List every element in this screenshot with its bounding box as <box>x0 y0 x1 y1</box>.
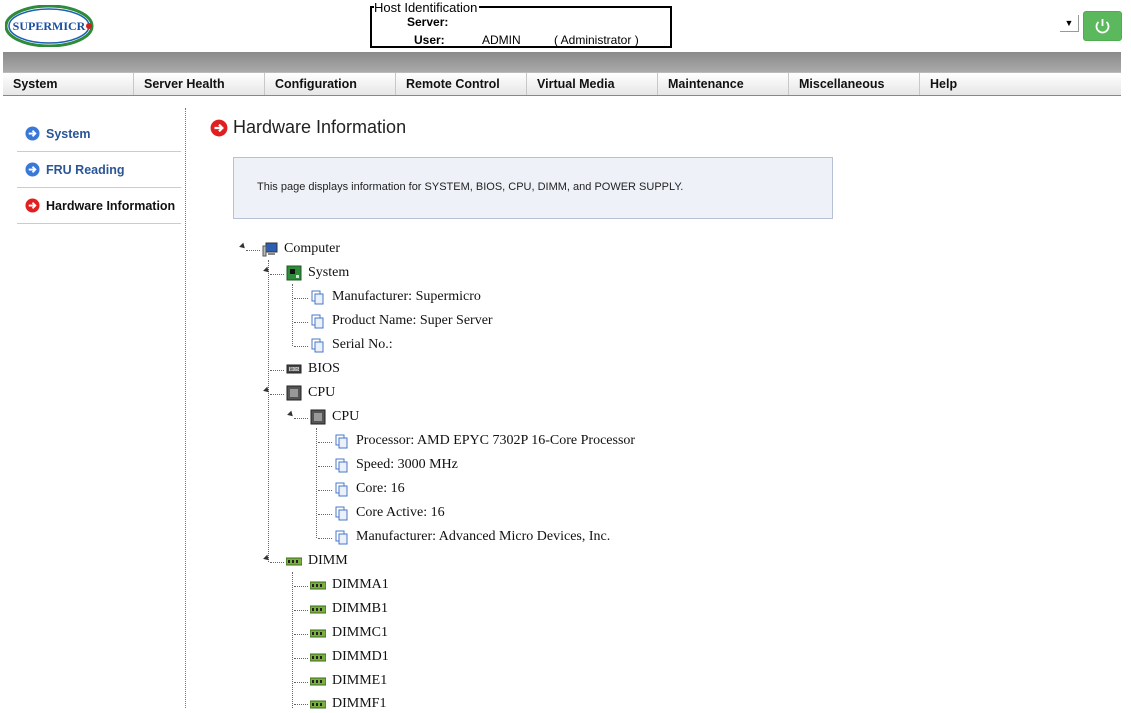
tree-node-label: DIMM <box>308 553 348 568</box>
svg-text:SUPERMICR: SUPERMICR <box>13 19 86 33</box>
tree-node-dimma1[interactable]: DIMMA1 <box>310 576 389 594</box>
tree-node-label: DIMMF1 <box>332 696 387 711</box>
tree-node-label: CPU <box>332 409 360 424</box>
document-icon <box>311 338 324 353</box>
tree-node-label: Manufacturer: Supermicro <box>332 289 481 304</box>
tree-node-label: BIOS <box>308 361 340 376</box>
computer-icon <box>262 242 278 257</box>
memory-module-icon <box>310 700 326 709</box>
tree-node-label: DIMME1 <box>332 673 388 688</box>
document-icon <box>335 530 348 545</box>
document-icon <box>335 482 348 497</box>
tree-leaf-cpu-manufacturer[interactable]: Manufacturer: Advanced Micro Devices, In… <box>334 528 610 546</box>
bios-chip-icon: BIOS <box>286 364 302 374</box>
server-label: Server: <box>407 15 449 29</box>
menu-miscellaneous[interactable]: Miscellaneous <box>789 73 920 95</box>
document-icon <box>335 458 348 473</box>
tree-node-dimmb1[interactable]: DIMMB1 <box>310 600 388 618</box>
document-icon <box>335 506 348 521</box>
motherboard-icon <box>286 265 302 281</box>
info-text: This page displays information for SYSTE… <box>257 181 684 193</box>
menu-maintenance[interactable]: Maintenance <box>658 73 789 95</box>
tree-node-label: DIMMC1 <box>332 625 389 640</box>
power-icon <box>1095 19 1110 34</box>
language-dropdown[interactable]: ▼ <box>1060 15 1079 32</box>
sidebar-divider <box>185 108 186 708</box>
sidebar-item-label: FRU Reading <box>46 162 125 177</box>
power-button[interactable] <box>1083 11 1122 41</box>
tree-leaf-system-product[interactable]: Product Name: Super Server <box>310 312 493 330</box>
tree-node-label: DIMMD1 <box>332 649 389 664</box>
tree-node-computer[interactable]: Computer <box>262 240 340 258</box>
menu-remote-control[interactable]: Remote Control <box>396 73 527 95</box>
tree-node-label: Speed: 3000 MHz <box>356 457 458 472</box>
tree-node-label: CPU <box>308 385 336 400</box>
memory-module-icon <box>310 581 326 590</box>
arrow-right-icon <box>210 119 228 136</box>
document-icon <box>335 434 348 449</box>
header-band <box>3 52 1121 72</box>
memory-module-icon <box>310 605 326 614</box>
host-identification-box: Host Identification Server: User: ADMIN … <box>370 0 672 48</box>
sidebar: System FRU Reading Hardware Information <box>17 116 181 224</box>
memory-module-icon <box>286 557 302 566</box>
supermicro-logo: SUPERMICR <box>4 4 95 48</box>
menu-virtual-media[interactable]: Virtual Media <box>527 73 658 95</box>
menu-configuration[interactable]: Configuration <box>265 73 396 95</box>
tree-node-label: Serial No.: <box>332 337 393 352</box>
sidebar-item-label: Hardware Information <box>46 198 176 213</box>
tree-node-label: DIMMB1 <box>332 601 389 616</box>
chevron-down-icon: ▼ <box>1064 18 1074 28</box>
sidebar-item-fru-reading[interactable]: FRU Reading <box>17 152 181 188</box>
tree-leaf-system-manufacturer[interactable]: Manufacturer: Supermicro <box>310 288 481 306</box>
tree-node-label: Manufacturer: Advanced Micro Devices, In… <box>356 529 611 544</box>
sidebar-item-system[interactable]: System <box>17 116 181 152</box>
tree-node-dimmc1[interactable]: DIMMC1 <box>310 624 388 642</box>
tree-leaf-system-serial[interactable]: Serial No.: <box>310 336 393 354</box>
cpu-icon <box>286 385 302 401</box>
tree-node-dimme1[interactable]: DIMME1 <box>310 672 387 690</box>
tree-leaf-cpu-processor[interactable]: Processor: AMD EPYC 7302P 16-Core Proces… <box>334 432 635 450</box>
arrow-right-icon <box>25 162 40 177</box>
tree-node-bios[interactable]: BIOS BIOS <box>286 360 340 378</box>
user-role: ( Administrator ) <box>554 33 639 47</box>
tree-node-label: System <box>308 265 350 280</box>
tree-leaf-cpu-core-active[interactable]: Core Active: 16 <box>334 504 445 522</box>
tree-node-dimm[interactable]: DIMM <box>286 552 348 570</box>
tree-node-label: Core Active: 16 <box>356 505 445 520</box>
memory-module-icon <box>310 653 326 662</box>
tree-node-cpu[interactable]: CPU <box>310 408 359 426</box>
tree-node-label: DIMMA1 <box>332 577 389 592</box>
cpu-icon <box>310 409 326 425</box>
tree-node-dimmd1[interactable]: DIMMD1 <box>310 648 389 666</box>
memory-module-icon <box>310 677 326 686</box>
document-icon <box>311 314 324 329</box>
menu-system[interactable]: System <box>3 73 134 95</box>
tree-leaf-cpu-core[interactable]: Core: 16 <box>334 480 405 498</box>
menu-help[interactable]: Help <box>920 73 989 95</box>
tree-node-label: Product Name: Super Server <box>332 313 493 328</box>
tree-leaf-cpu-speed[interactable]: Speed: 3000 MHz <box>334 456 458 474</box>
svg-text:BIOS: BIOS <box>289 367 298 372</box>
tree-node-label: Core: 16 <box>356 481 405 496</box>
page-title: Hardware Information <box>233 117 407 137</box>
user-label: User: <box>414 33 445 47</box>
user-value: ADMIN <box>482 33 521 47</box>
page-heading: Hardware Information <box>210 117 406 138</box>
tree-node-system[interactable]: System <box>286 264 349 282</box>
info-box: This page displays information for SYSTE… <box>233 157 833 219</box>
arrow-right-icon <box>25 126 40 141</box>
tree-node-dimmf1[interactable]: DIMMF1 <box>310 695 386 713</box>
memory-module-icon <box>310 629 326 638</box>
menu-server-health[interactable]: Server Health <box>134 73 265 95</box>
main-menu: System Server Health Configuration Remot… <box>3 72 1121 96</box>
host-identification-legend: Host Identification <box>374 0 480 15</box>
sidebar-item-label: System <box>46 126 91 141</box>
tree-node-cpu-group[interactable]: CPU <box>286 384 335 402</box>
tree-node-label: Computer <box>284 241 340 256</box>
document-icon <box>311 290 324 305</box>
tree-node-label: Processor: AMD EPYC 7302P 16-Core Proces… <box>356 433 636 448</box>
arrow-right-icon <box>25 198 40 213</box>
sidebar-item-hardware-information[interactable]: Hardware Information <box>17 188 181 224</box>
